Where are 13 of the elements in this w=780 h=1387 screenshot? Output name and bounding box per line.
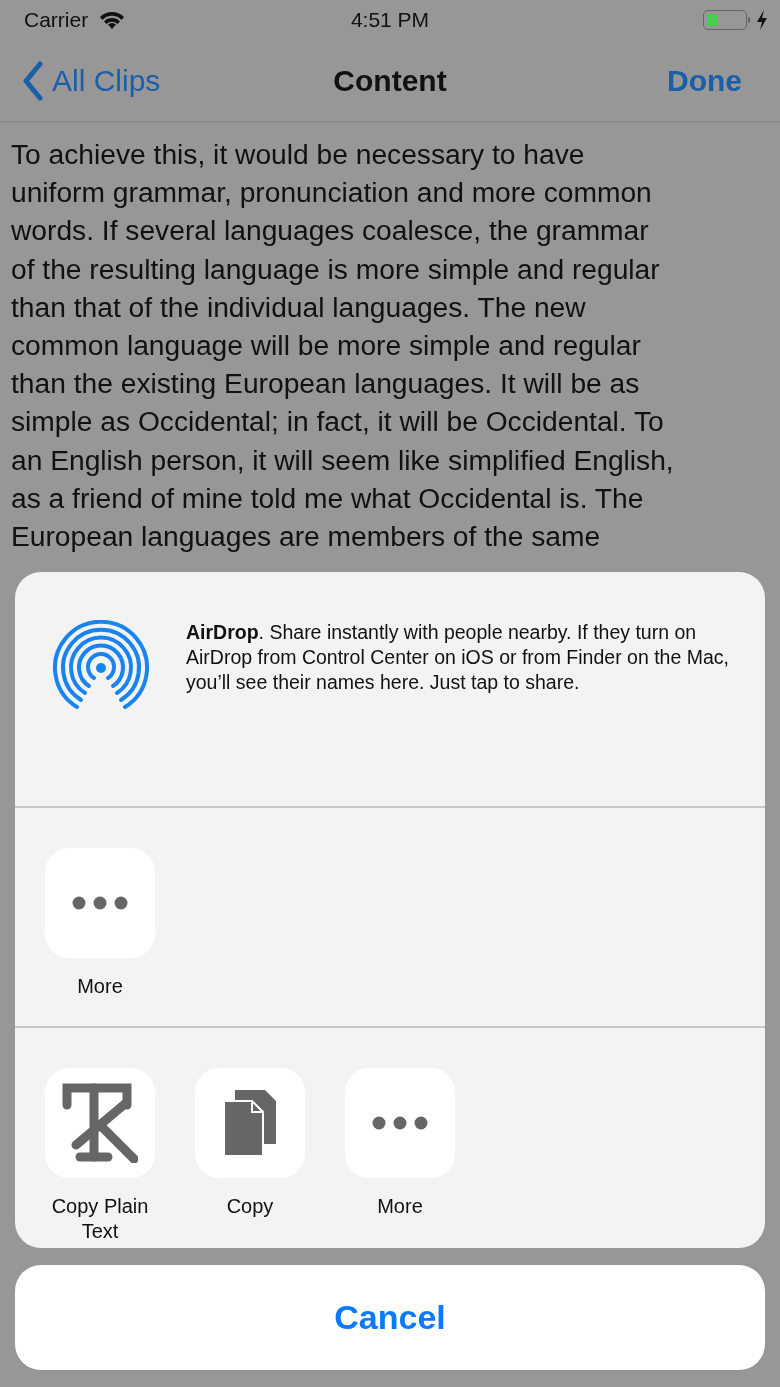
more-icon bbox=[72, 896, 128, 910]
status-time: 4:51 PM bbox=[350, 8, 430, 32]
nav-title: Content bbox=[333, 63, 447, 98]
more-icon bbox=[372, 1116, 428, 1130]
wifi-icon bbox=[98, 10, 127, 30]
cancel-button[interactable]: Cancel bbox=[15, 1265, 765, 1370]
airdrop-icon bbox=[52, 620, 150, 710]
carrier-name: Carrier bbox=[24, 8, 89, 32]
airdrop-description: AirDrop. Share instantly with people nearby. If they turn on AirDrop from Control Center on iOS or from Finder on the Mac, you’ll see their names here. Just tap to share. bbox=[186, 620, 730, 695]
text-format-icon bbox=[62, 1083, 138, 1163]
documents-icon bbox=[223, 1089, 277, 1157]
clip-text: To achieve this, it would be necessary to have uniform grammar, pronunciation and more common words. If several languages coalesce, the grammar of the resulting language is more simple and regular than that of the individual languages. The new common language will be more simple and regular than the existing European languages. It will be as simple as Occidental; in fact, it will be Occidental. To an English person, it will seem like simplified English, as a friend of mine told me what Occidental is. The European languages are members of the same bbox=[11, 137, 675, 555]
chevron-left-icon bbox=[22, 60, 44, 101]
